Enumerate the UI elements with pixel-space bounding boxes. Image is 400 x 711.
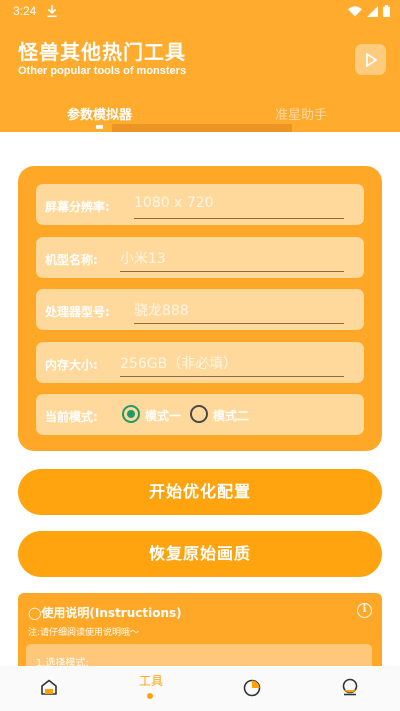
resolution-input[interactable]: 1080 x 720 xyxy=(134,195,344,219)
main-content[interactable]: 屏幕分辨率: 1080 x 720 机型名称: 小米13 处理器型号: 骁龙88… xyxy=(0,132,400,666)
wifi-icon xyxy=(348,5,362,16)
download-icon xyxy=(47,5,57,18)
restore-quality-button[interactable]: 恢复原始画质 xyxy=(18,531,382,577)
processor-input[interactable]: 骁龙888 xyxy=(134,300,344,324)
memory-field: 内存大小: 256GB（非必填） xyxy=(36,342,364,383)
resolution-label: 屏幕分辨率: xyxy=(45,200,110,214)
play-icon xyxy=(365,52,377,67)
instructions-card: ◯使用说明(Instructions) i 注:请仔细阅读使用说明哦～ 1.选择… xyxy=(18,593,382,666)
pie-chart-icon xyxy=(243,679,261,697)
mode-one-label[interactable]: 模式一 xyxy=(145,407,181,424)
mode-two-radio[interactable] xyxy=(190,405,208,423)
processor-field: 处理器型号: 骁龙888 xyxy=(36,289,364,330)
mode-one-radio[interactable] xyxy=(122,405,140,423)
memory-input[interactable]: 256GB（非必填） xyxy=(120,353,344,377)
status-icons xyxy=(348,5,390,17)
tab-crosshair-assistant[interactable]: 准星助手 xyxy=(275,104,327,123)
play-button[interactable] xyxy=(355,44,386,75)
signal-icon xyxy=(367,5,378,17)
mode-field: 当前模式: 模式一 模式二 xyxy=(36,394,364,435)
processor-label: 处理器型号: xyxy=(45,305,110,319)
model-field: 机型名称: 小米13 xyxy=(36,237,364,278)
info-icon[interactable]: i xyxy=(357,603,372,618)
tab-indicator xyxy=(96,125,103,129)
nav-label-tools[interactable]: 工具 xyxy=(139,672,163,689)
app-title: 怪兽其他热门工具 xyxy=(18,40,186,64)
start-optimize-button[interactable]: 开始优化配置 xyxy=(18,469,382,515)
profile-icon xyxy=(342,678,358,696)
nav-item-profile[interactable] xyxy=(330,666,370,711)
battery-icon xyxy=(383,5,390,17)
resolution-field: 屏幕分辨率: 1080 x 720 xyxy=(36,184,364,225)
tab-parameter-simulator[interactable]: 参数模拟器 xyxy=(67,104,132,123)
app-header: 3:24 怪兽其他热门工具 Other popular tools of mon… xyxy=(0,0,400,134)
nav-item-stats[interactable] xyxy=(232,666,272,711)
bottom-nav: 工具 xyxy=(0,666,400,711)
model-input[interactable]: 小米13 xyxy=(120,248,344,272)
nav-active-dot xyxy=(147,693,153,699)
mode-label: 当前模式: xyxy=(45,410,98,424)
nav-item-home[interactable] xyxy=(30,666,70,711)
status-time: 3:24 xyxy=(13,4,37,18)
mode-two-label[interactable]: 模式二 xyxy=(213,407,249,424)
parameter-form-card: 屏幕分辨率: 1080 x 720 机型名称: 小米13 处理器型号: 骁龙88… xyxy=(18,166,382,451)
home-icon xyxy=(41,679,57,695)
status-bar: 3:24 xyxy=(0,0,400,24)
instructions-title: ◯使用说明(Instructions) xyxy=(28,606,182,620)
model-label: 机型名称: xyxy=(45,253,98,267)
instructions-step1: 1.选择模式: xyxy=(36,658,89,666)
instructions-note: 注:请仔细阅读使用说明哦～ xyxy=(28,628,140,638)
app-subtitle: Other popular tools of monsters xyxy=(18,65,187,77)
memory-label: 内存大小: xyxy=(45,358,98,372)
instructions-step-box: 1.选择模式: xyxy=(26,644,372,666)
